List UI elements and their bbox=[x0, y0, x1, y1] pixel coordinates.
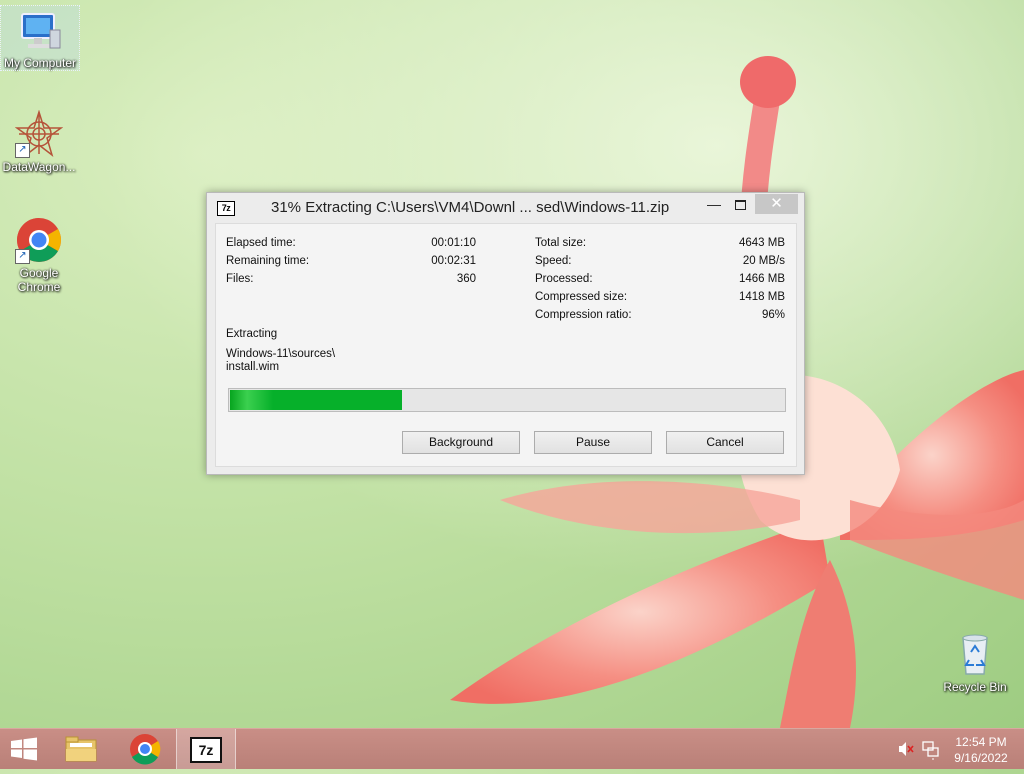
maximize-icon bbox=[734, 200, 746, 211]
7zip-icon: 7z bbox=[190, 737, 222, 763]
speed-label: Speed: bbox=[535, 255, 572, 267]
window-title: 31% Extracting C:\Users\VM4\Downl ... se… bbox=[271, 199, 670, 216]
remaining-time-value: 00:02:31 bbox=[431, 255, 476, 267]
processed-label: Processed: bbox=[535, 273, 593, 285]
network-icon[interactable] bbox=[920, 729, 940, 769]
remaining-time-label: Remaining time: bbox=[226, 255, 310, 267]
total-size-label: Total size: bbox=[535, 237, 587, 249]
desktop-icon-datawagon[interactable]: ↗ DataWagon... bbox=[0, 109, 78, 174]
shortcut-arrow-icon: ↗ bbox=[15, 143, 30, 158]
close-icon: ✕ bbox=[770, 195, 783, 212]
close-button[interactable]: ✕ bbox=[755, 194, 798, 214]
desktop-icon-google-chrome[interactable]: ↗ Google Chrome bbox=[0, 216, 78, 294]
taskbar-file-explorer[interactable] bbox=[58, 729, 104, 769]
chrome-icon bbox=[130, 734, 161, 765]
processed-value: 1466 MB bbox=[738, 273, 785, 285]
maximize-button[interactable] bbox=[727, 194, 753, 214]
elapsed-time-value: 00:01:10 bbox=[431, 237, 476, 249]
7zip-icon: 7z bbox=[217, 201, 235, 216]
desktop-icon-label: Recycle Bin bbox=[943, 680, 1007, 694]
computer-icon bbox=[16, 6, 64, 54]
compression-ratio-label: Compression ratio: bbox=[535, 309, 632, 321]
dialog-content: Elapsed time: 00:01:10 Remaining time: 0… bbox=[215, 223, 797, 467]
current-file: install.wim bbox=[226, 361, 280, 373]
desktop-icon-label: My Computer bbox=[3, 56, 77, 70]
background-button[interactable]: Background bbox=[402, 431, 520, 454]
desktop-icon-recycle-bin[interactable]: Recycle Bin bbox=[936, 630, 1014, 694]
total-size-value: 4643 MB bbox=[738, 237, 785, 249]
files-value: 360 bbox=[456, 273, 476, 285]
operation-status: Extracting bbox=[226, 328, 278, 340]
start-button[interactable] bbox=[0, 729, 48, 769]
files-label: Files: bbox=[226, 273, 254, 285]
taskbar-chrome[interactable] bbox=[122, 729, 168, 769]
speed-value: 20 MB/s bbox=[742, 255, 785, 267]
datawagon-icon: ↗ bbox=[14, 109, 64, 158]
windows-logo-icon bbox=[11, 737, 37, 761]
elapsed-time-label: Elapsed time: bbox=[226, 237, 296, 249]
taskbar: 7z 12:54 PM 9/16/2022 bbox=[0, 728, 1024, 769]
desktop-icon-label: Google Chrome bbox=[17, 266, 61, 294]
chrome-icon: ↗ bbox=[15, 216, 63, 264]
clock-time[interactable]: 12:54 PM bbox=[948, 735, 1014, 749]
recycle-bin-icon bbox=[951, 630, 999, 678]
pause-button[interactable]: Pause bbox=[534, 431, 652, 454]
clock-date[interactable]: 9/16/2022 bbox=[948, 751, 1014, 765]
cancel-button[interactable]: Cancel bbox=[666, 431, 784, 454]
taskbar-7zip-active[interactable]: 7z bbox=[176, 729, 236, 769]
current-path: Windows-11\sources\ bbox=[226, 348, 336, 360]
compressed-size-value: 1418 MB bbox=[738, 291, 785, 303]
network-status-icon bbox=[922, 741, 939, 760]
extract-progress-dialog[interactable]: 7z 31% Extracting C:\Users\VM4\Downl ...… bbox=[206, 192, 805, 475]
shortcut-arrow-icon: ↗ bbox=[15, 249, 30, 264]
compressed-size-label: Compressed size: bbox=[535, 291, 628, 303]
progress-fill bbox=[230, 390, 402, 410]
extraction-progress-bar bbox=[228, 388, 786, 412]
speaker-icon bbox=[899, 742, 914, 756]
desktop-icon-label: DataWagon... bbox=[2, 160, 76, 174]
file-explorer-icon bbox=[65, 736, 97, 762]
volume-muted-icon[interactable] bbox=[896, 729, 914, 769]
compression-ratio-value: 96% bbox=[761, 309, 785, 321]
desktop-icon-my-computer[interactable]: My Computer bbox=[0, 5, 80, 71]
title-bar[interactable]: 7z 31% Extracting C:\Users\VM4\Downl ...… bbox=[207, 193, 804, 223]
minimize-button[interactable]: — bbox=[701, 194, 727, 214]
